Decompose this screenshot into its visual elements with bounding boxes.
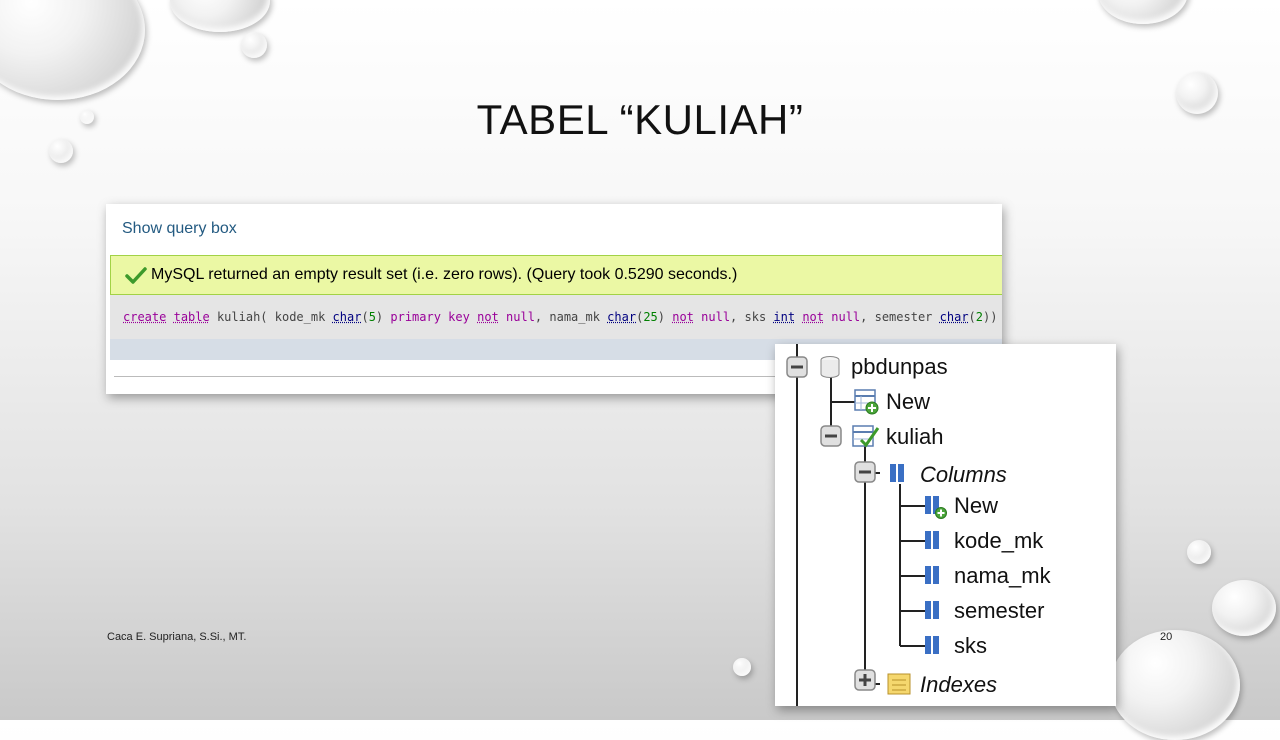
tree-lines — [786, 344, 947, 706]
sql-token: primary key — [390, 310, 470, 324]
water-drop-decoration — [0, 0, 145, 100]
sql-token: table — [173, 310, 210, 324]
sql-token: ( — [361, 310, 369, 324]
database-icon — [820, 356, 840, 378]
tree-item-new-table[interactable]: New — [886, 389, 930, 415]
sql-token: null — [506, 310, 535, 324]
footer-author: Caca E. Supriana, S.Si., MT. — [107, 631, 247, 643]
sql-token: char — [939, 310, 969, 324]
sql-token: , semester — [860, 310, 940, 324]
collapse-icon[interactable] — [820, 425, 842, 447]
sql-token: 5 — [368, 310, 376, 324]
tree-item-column-nama-mk[interactable]: nama_mk — [954, 563, 1051, 589]
tree-item-new-column[interactable]: New — [954, 493, 998, 519]
check-icon — [125, 267, 147, 284]
new-column-icon — [925, 496, 947, 519]
tree-item-column-sks[interactable]: sks — [954, 633, 987, 659]
sql-token: 2 — [975, 310, 984, 324]
sql-token: ) — [657, 310, 673, 324]
sql-token: )) — [983, 310, 998, 324]
sql-token: ( — [968, 310, 976, 324]
collapse-icon[interactable] — [786, 356, 808, 378]
water-drop-decoration — [241, 32, 267, 58]
sql-token: , sks — [730, 310, 774, 324]
water-drop-decoration — [1110, 630, 1240, 740]
tree-item-table-kuliah[interactable]: kuliah — [886, 424, 943, 450]
navigation-tree-panel: pbdunpas New kuliah Columns New kode_mk … — [775, 344, 1116, 706]
tree-item-indexes[interactable]: Indexes — [920, 672, 997, 698]
column-icon — [925, 531, 939, 549]
success-message-box: MySQL returned an empty result set (i.e.… — [110, 255, 1002, 295]
sql-token: null — [701, 310, 731, 324]
tree-item-columns[interactable]: Columns — [920, 462, 1007, 488]
sql-token: 25 — [643, 310, 658, 324]
tree-item-column-kode-mk[interactable]: kode_mk — [954, 528, 1043, 554]
tree-item-database[interactable]: pbdunpas — [851, 354, 948, 380]
show-query-box-link[interactable]: Show query box — [122, 220, 237, 238]
sql-query-display: create table kuliah( kode_mk char(5) pri… — [110, 295, 1002, 339]
sql-token: char — [332, 310, 362, 324]
sql-token: null — [831, 310, 861, 324]
sql-token: ) — [375, 310, 391, 324]
column-icon — [925, 636, 939, 654]
column-icon — [925, 601, 939, 619]
indexes-icon — [887, 673, 911, 695]
table-icon — [852, 425, 880, 448]
new-table-icon — [854, 389, 879, 415]
water-drop-decoration — [733, 658, 751, 676]
sql-token: char — [607, 310, 637, 324]
success-message-text: MySQL returned an empty result set (i.e.… — [151, 266, 738, 283]
sql-token: create — [123, 310, 167, 324]
sql-token: int — [773, 310, 796, 324]
column-icon — [925, 566, 939, 584]
expand-icon[interactable] — [854, 669, 876, 691]
tree-item-column-semester[interactable]: semester — [954, 598, 1044, 624]
sql-token: kuliah( kode_mk — [209, 310, 333, 324]
collapse-icon[interactable] — [854, 461, 876, 483]
water-drop-decoration — [1187, 540, 1211, 564]
water-drop-decoration — [170, 0, 270, 32]
slide-title: TABEL “KULIAH” — [476, 96, 804, 143]
water-drop-decoration — [1098, 0, 1188, 24]
water-drop-decoration — [1212, 580, 1276, 636]
sql-token: not — [802, 310, 825, 324]
sql-query-text: create table kuliah( kode_mk char(5) pri… — [123, 310, 997, 324]
columns-icon — [890, 464, 904, 482]
page-number: 20 — [1160, 631, 1173, 643]
sql-token: not — [672, 310, 694, 324]
sql-token: not — [477, 310, 499, 324]
sql-token: , nama_mk — [534, 310, 608, 324]
